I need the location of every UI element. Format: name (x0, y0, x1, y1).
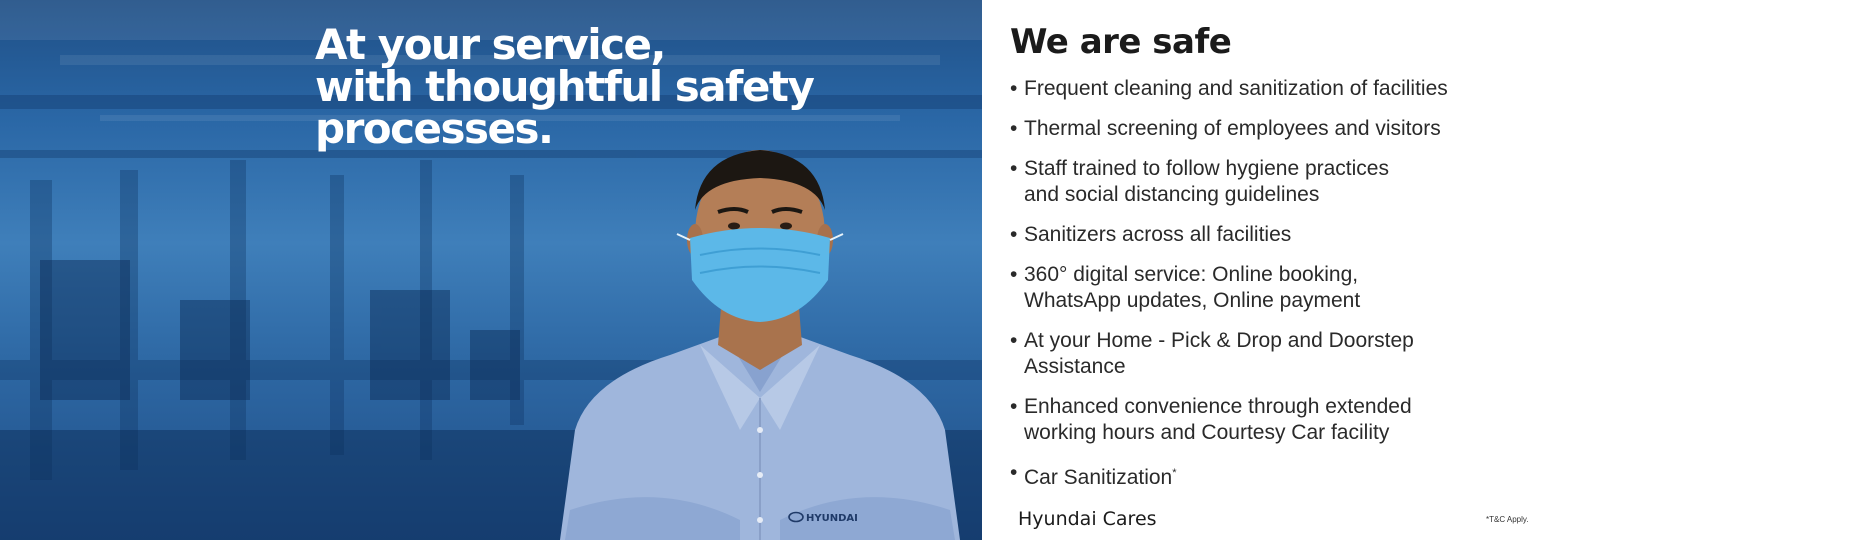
list-item: • Enhanced convenience through extended … (1010, 394, 1610, 446)
list-item-text: Enhanced convenience through extended (1024, 395, 1412, 418)
list-item: • Sanitizers across all facilities (1010, 222, 1610, 248)
safety-feature-list: • Frequent cleaning and sanitization of … (1010, 76, 1610, 505)
masked-service-advisor: HYUNDAI (560, 150, 960, 540)
bullet-icon: • (1010, 263, 1018, 286)
list-item-text: Assistance (1024, 355, 1126, 378)
bullet-icon: • (1010, 329, 1018, 352)
service-photo-panel: At your service, with thoughtful safety … (0, 0, 982, 540)
list-item-text: Sanitizers across all facilities (1024, 223, 1292, 246)
terms-disclaimer: *T&C Apply. (1486, 515, 1529, 524)
footnote-marker: * (1172, 467, 1177, 479)
list-item: • Frequent cleaning and sanitization of … (1010, 76, 1610, 102)
list-item-text: Thermal screening of employees and visit… (1024, 117, 1441, 140)
list-item: • Staff trained to follow hygiene practi… (1010, 156, 1610, 208)
headline-line: At your service, (315, 20, 666, 69)
bullet-icon: • (1010, 223, 1018, 246)
list-item: • At your Home - Pick & Drop and Doorste… (1010, 328, 1610, 380)
hyundai-wordmark: HYUNDAI (806, 513, 858, 524)
list-item: • Car Sanitization* (1010, 460, 1610, 491)
list-item-text: At your Home - Pick & Drop and Doorstep (1024, 329, 1414, 352)
list-item-label: Car Sanitization (1024, 466, 1173, 489)
list-item-text: Frequent cleaning and sanitization of fa… (1024, 77, 1448, 100)
brand-signature: Hyundai Cares (1018, 508, 1157, 530)
hyundai-safety-banner: At your service, with thoughtful safety … (0, 0, 1860, 540)
bullet-icon: • (1010, 77, 1018, 100)
section-title: We are safe (1010, 22, 1232, 62)
list-item: • Thermal screening of employees and vis… (1010, 116, 1610, 142)
bullet-icon: • (1010, 117, 1018, 140)
list-item-text: Staff trained to follow hygiene practice… (1024, 157, 1389, 180)
list-item-text: 360° digital service: Online booking, (1024, 263, 1359, 286)
headline-line: with thoughtful safety (315, 62, 815, 111)
safety-info-panel: We are safe • Frequent cleaning and sani… (982, 0, 1860, 540)
bullet-icon: • (1010, 461, 1018, 484)
list-item-text: WhatsApp updates, Online payment (1024, 289, 1361, 312)
list-item-text: Car Sanitization* (1024, 460, 1610, 491)
list-item-text: and social distancing guidelines (1024, 183, 1320, 206)
bullet-icon: • (1010, 157, 1018, 180)
bullet-icon: • (1010, 395, 1018, 418)
list-item-text: working hours and Courtesy Car facility (1024, 421, 1390, 444)
list-item: • 360° digital service: Online booking, … (1010, 262, 1610, 314)
